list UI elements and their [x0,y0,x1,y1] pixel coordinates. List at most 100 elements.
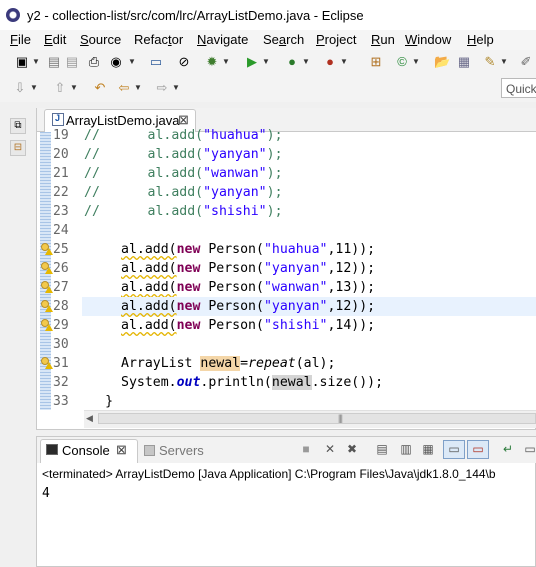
console-tab-label: Console [62,443,110,458]
warning-bulb-icon[interactable] [41,281,53,293]
code-line: 21 // al.add("wanwan"); [37,164,536,183]
terminate-icon[interactable]: ■ [298,441,314,457]
code-text: System.out.println(newal.size()); [121,375,384,390]
new-icon[interactable]: ▣ [14,54,30,70]
save-all-icon[interactable]: ▤ [64,54,80,70]
code-line: 25 al.add(new Person("huahua",11)); [37,240,536,259]
left-trim-stack [0,102,36,567]
console-tab-close-icon[interactable]: ⊠ [116,442,127,458]
new-dropdown-icon[interactable]: ▼ [32,57,40,66]
new-java-project-icon[interactable]: ⊞ [368,54,384,70]
coverage-icon[interactable]: ● [284,54,300,70]
new-java-class-dropdown-icon[interactable]: ▼ [412,57,420,66]
code-line: 19 // al.add("huahua"); [37,126,536,145]
scroll-left-icon[interactable]: ◀ [86,413,93,424]
next-annotation-dropdown-icon[interactable]: ▼ [30,83,38,92]
code-text: // al.add("huahua"); [84,128,283,143]
run-icon[interactable]: ▶ [244,54,260,70]
code-line: 27 al.add(new Person("wanwan",13)); [37,278,536,297]
eclipse-logo-icon [6,8,20,22]
coverage-dropdown-icon[interactable]: ▼ [302,57,310,66]
line-number: 32 [53,375,69,390]
warning-bulb-icon[interactable] [41,243,53,255]
line-number: 31 [53,356,69,371]
previous-annotation-dropdown-icon[interactable]: ▼ [70,83,78,92]
open-task-icon[interactable]: ▦ [456,54,472,70]
show-console-on-error-icon: ▭ [472,442,484,456]
external-tools-icon[interactable]: ● [322,54,338,70]
menu-item[interactable]: Help [467,32,494,47]
print-icon[interactable]: ⎙ [86,54,102,70]
back-dropdown-icon[interactable]: ▼ [134,83,142,92]
code-line: 32 System.out.println(newal.size()); [37,373,536,392]
previous-annotation-icon[interactable]: ⇧ [52,80,68,96]
pin-console-icon[interactable]: ↵ [500,441,516,457]
menu-item[interactable]: Source [80,32,121,47]
scroll-lock-icon[interactable]: ▥ [398,441,414,457]
tab-servers[interactable]: Servers [159,443,204,458]
menu-item[interactable]: Refactor [134,32,183,47]
line-number: 29 [53,318,69,333]
quick-access-input[interactable]: Quick [501,78,536,98]
search-dropdown-icon[interactable]: ▼ [500,57,508,66]
skip-breakpoints-icon[interactable]: ⊘ [176,54,192,70]
java-file-icon [52,113,64,126]
search-icon[interactable]: ✎ [482,54,498,70]
last-edit-location-icon[interactable]: ↶ [92,80,108,96]
code-text: // al.add("shishi"); [84,204,283,219]
menu-item[interactable]: Window [405,32,451,47]
console-icon [46,444,58,455]
warning-bulb-icon[interactable] [41,300,53,312]
forward-dropdown-icon[interactable]: ▼ [172,83,180,92]
external-tools-dropdown-icon[interactable]: ▼ [340,57,348,66]
annotation-icon[interactable]: ✐ [518,54,534,70]
line-number: 20 [53,147,69,162]
back-icon[interactable]: ⇦ [116,80,132,96]
warning-bulb-icon[interactable] [41,319,53,331]
debug-dropdown-icon[interactable]: ▼ [222,57,230,66]
open-type-icon[interactable]: 📂 [434,54,450,70]
save-icon[interactable]: ▤ [46,54,62,70]
console-view-icon[interactable]: ▭ [148,54,164,70]
show-console-on-output-icon: ▭ [448,442,460,456]
code-line: 24 [37,221,536,240]
word-wrap-icon[interactable]: ▦ [420,441,436,457]
code-text: al.add(new Person("shishi",14)); [121,318,376,333]
code-line: 23 // al.add("shishi"); [37,202,536,221]
servers-icon [144,445,155,456]
forward-icon[interactable]: ⇨ [154,80,170,96]
variable-occurrence: newal [200,356,241,371]
line-number: 25 [53,242,69,257]
line-number: 22 [53,185,69,200]
debug-target-dropdown-icon[interactable]: ▼ [128,57,136,66]
menu-item[interactable]: Edit [44,32,66,47]
debug-icon[interactable]: ✹ [204,54,220,70]
code-line: 28 al.add(new Person("yanyan",12)); [37,297,536,316]
code-text: // al.add("yanyan"); [84,185,283,200]
restore-icon[interactable]: ⧉ [10,118,26,134]
warning-bulb-icon[interactable] [41,262,53,274]
package-explorer-icon[interactable]: ⊟ [10,140,26,156]
menu-item[interactable]: Project [316,32,356,47]
run-dropdown-icon[interactable]: ▼ [262,57,270,66]
code-line: 31 ArrayList newal=repeat(al); [37,354,536,373]
code-text: al.add(new Person("wanwan",13)); [121,280,376,295]
clear-console-icon[interactable]: ▤ [374,441,390,457]
scrollbar-thumb[interactable] [98,413,536,424]
new-java-class-icon[interactable]: © [394,54,410,70]
variable-occurrence: newal [271,375,312,390]
code-text: al.add(new Person("huahua",11)); [121,242,376,257]
menu-item[interactable]: Run [371,32,395,47]
warning-bulb-icon[interactable] [41,357,53,369]
scrollbar-grip: ||| [338,413,343,423]
line-number: 27 [53,280,69,295]
menu-item[interactable]: File [10,32,31,47]
display-console-icon[interactable]: ▭ [522,441,536,457]
menu-item[interactable]: Navigate [197,32,248,47]
remove-all-terminated-icon[interactable]: ✖ [344,441,360,457]
debug-target-icon[interactable]: ◉ [108,54,124,70]
menu-item[interactable]: Search [263,32,304,47]
remove-launch-icon[interactable]: ✕ [322,441,338,457]
window-title: y2 - collection-list/src/com/lrc/ArrayLi… [27,8,364,23]
next-annotation-icon[interactable]: ⇩ [12,80,28,96]
